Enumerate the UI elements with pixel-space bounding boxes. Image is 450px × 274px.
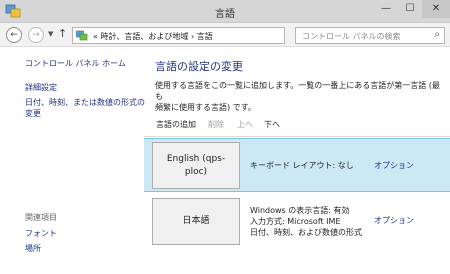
- page-description: 使用する言語をこの一覧に追加します。一覧の一番上にある言語が第一言語 (最も 頻…: [155, 80, 445, 113]
- language-info-line: 日付、時刻、および数値の形式: [250, 228, 362, 237]
- close-button[interactable]: ✕: [422, 0, 450, 18]
- change-date-time-format-link[interactable]: 日付、時刻、または数値の形式の 変更: [25, 97, 145, 119]
- breadcrumb[interactable]: « 時計、言語、および地域 › 言語: [93, 31, 213, 42]
- language-tile[interactable]: 日本語: [152, 198, 240, 245]
- language-tile[interactable]: English (qps- ploc): [152, 142, 240, 189]
- recent-locations-chevron-icon[interactable]: ▼: [48, 30, 53, 38]
- divider: [144, 136, 450, 137]
- language-info: キーボード レイアウト: なし: [250, 161, 354, 170]
- language-name: 日本語: [182, 216, 210, 226]
- description-line: 頻繁に使用する言語) です。: [155, 103, 256, 112]
- page-title: 言語の設定の変更: [155, 60, 243, 73]
- language-info-line: 入力方式: Microsoft IME: [250, 217, 341, 226]
- maximize-button[interactable]: ☐: [398, 0, 422, 18]
- back-button[interactable]: ←: [6, 27, 22, 43]
- search-icon[interactable]: ⌕: [434, 29, 440, 40]
- navigation-bar: ← → ▼ ↑ « 時計、言語、および地域 › 言語 ▼ ↻ コントロール パネ…: [0, 23, 450, 47]
- control-panel-home-link[interactable]: コントロール パネル ホーム: [25, 58, 126, 69]
- language-info-line: Windows の表示言語: 有効: [250, 206, 350, 215]
- description-line: 使用する言語をこの一覧に追加します。一覧の一番上にある言語が第一言語 (最も: [155, 81, 440, 101]
- link-line[interactable]: 変更: [25, 109, 41, 118]
- language-name-line: English (qps-: [166, 153, 226, 164]
- address-bar[interactable]: « 時計、言語、および地域 › 言語 ▼ ↻: [72, 27, 358, 44]
- language-info: Windows の表示言語: 有効 入力方式: Microsoft IME 日付…: [250, 205, 362, 238]
- search-box[interactable]: コントロール パネルの検索 ⌕: [295, 27, 445, 44]
- title-bar: 言語 — ☐ ✕: [0, 0, 450, 23]
- language-name: English (qps- ploc): [167, 153, 225, 179]
- left-pane: コントロール パネル ホーム 詳細設定 日付、時刻、または数値の形式の 変更 関…: [0, 48, 145, 274]
- options-link[interactable]: オプション: [374, 160, 414, 171]
- up-button[interactable]: ↑: [58, 27, 67, 40]
- link-line[interactable]: 日付、時刻、または数値の形式の: [25, 98, 145, 107]
- advanced-settings-link[interactable]: 詳細設定: [25, 82, 57, 93]
- forward-button[interactable]: →: [28, 27, 44, 43]
- options-link[interactable]: オプション: [374, 215, 414, 226]
- language-row-english[interactable]: English (qps- ploc) キーボード レイアウト: なし オプショ…: [144, 138, 450, 192]
- language-row-japanese[interactable]: 日本語 Windows の表示言語: 有効 入力方式: Microsoft IM…: [144, 195, 450, 249]
- add-language-button[interactable]: 言語の追加: [156, 119, 196, 130]
- remove-button[interactable]: 削除: [208, 119, 224, 130]
- see-also-heading: 関連項目: [25, 213, 57, 222]
- language-toolbar: 言語の追加 削除 上へ 下へ: [144, 114, 450, 134]
- fonts-link[interactable]: フォント: [25, 228, 57, 239]
- minimize-button[interactable]: —: [374, 0, 398, 18]
- location-link[interactable]: 場所: [25, 243, 41, 254]
- move-down-button[interactable]: 下へ: [264, 119, 280, 130]
- control-panel-icon: [76, 30, 88, 41]
- search-input[interactable]: コントロール パネルの検索: [302, 31, 401, 42]
- language-name-line: ploc): [184, 166, 208, 177]
- move-up-button[interactable]: 上へ: [237, 119, 253, 130]
